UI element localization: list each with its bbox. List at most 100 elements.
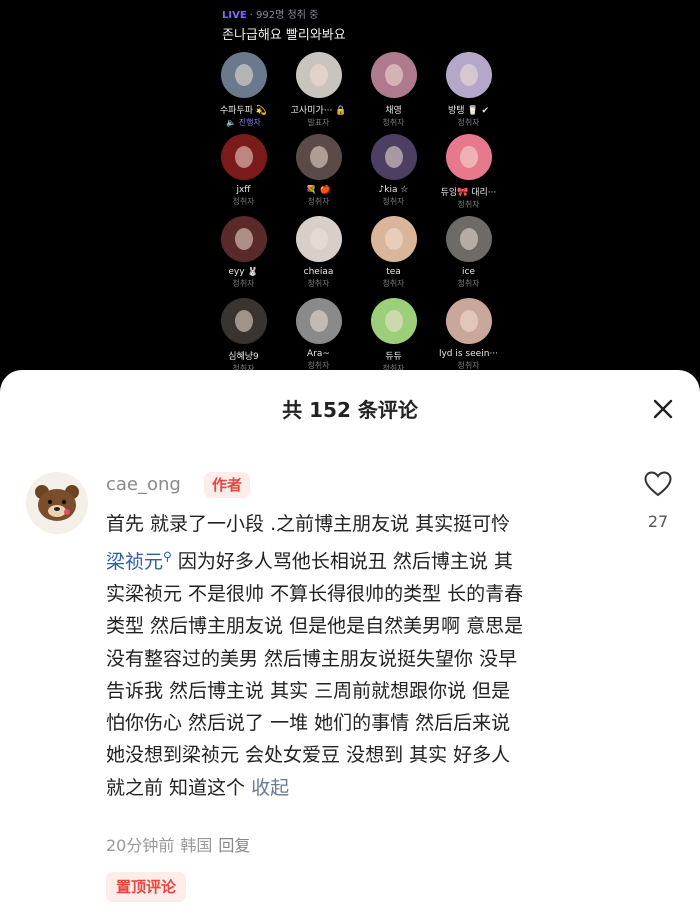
member-item[interactable]: 심혜냥9 청취자 <box>206 298 281 380</box>
member-item[interactable]: 고사미가··· 🔒 발표자 <box>281 52 356 134</box>
member-item[interactable]: 💐 🍎 청취자 <box>281 134 356 216</box>
member-avatar[interactable] <box>295 298 342 344</box>
comments-count-title: 共 152 条评论 <box>282 398 418 422</box>
member-name: 고사미가··· 🔒 <box>290 106 347 116</box>
member-avatar[interactable] <box>295 52 342 98</box>
collapse-button[interactable]: 收起 <box>245 777 289 799</box>
comment-line-text: 没有整容过的美男 然后博主朋友说挺失望你 没早 <box>106 647 518 670</box>
member-item[interactable]: cheiaa 청취자 <box>281 216 356 298</box>
comment-line-text: 就之前 知道这个 <box>106 776 246 799</box>
member-role: 청취자 <box>232 197 255 206</box>
member-avatar[interactable] <box>220 134 267 180</box>
member-role: 청취자 <box>307 279 330 288</box>
member-name: 심혜냥9 <box>228 352 259 362</box>
comment-line-text: 告诉我 然后博主说 其实 三周前就想跟你说 但是 <box>106 679 511 702</box>
like-count: 27 <box>647 512 669 531</box>
member-item[interactable]: ♪kia ☆ 청취자 <box>356 134 431 216</box>
comments-sheet: 共 152 条评论 cae_ong 作者 27 首先 就录了一小段 .之前博主朋… <box>0 370 700 914</box>
comment-line: 没有整容过的美男 然后博主朋友说挺失望你 没早 <box>106 643 626 675</box>
member-name: 💐 🍎 <box>305 185 332 195</box>
close-button[interactable] <box>648 394 678 424</box>
avatar-face <box>459 146 478 168</box>
member-item[interactable]: 듀잉🎀 대리··· 청취자 <box>431 134 506 216</box>
close-icon <box>653 399 673 419</box>
avatar-face <box>459 64 478 86</box>
member-item[interactable]: eyy 🐰 청취자 <box>206 216 281 298</box>
member-avatar[interactable] <box>220 298 267 344</box>
member-avatar[interactable] <box>220 52 267 98</box>
member-role: 청취자 <box>382 279 405 288</box>
member-item[interactable]: Ara~ 청취자 <box>281 298 356 380</box>
member-avatar[interactable] <box>370 298 417 344</box>
member-name: 방탱 🥛 ✔ <box>447 106 490 116</box>
member-role: 발표자 <box>307 118 330 127</box>
live-room-title: 존나급해요 빨리와봐요 <box>222 28 346 43</box>
comment-line: 类型 然后博主朋友说 但是他是自然美男啊 意思是 <box>106 610 626 642</box>
avatar-face <box>384 146 403 168</box>
mention-link[interactable]: 梁祯元⚲ <box>106 549 172 572</box>
member-avatar[interactable] <box>370 216 417 262</box>
avatar-face <box>459 228 478 250</box>
avatar-face <box>234 64 253 86</box>
comment-line: 梁祯元⚲ 因为好多人骂他长相说丑 然后博主说 其 <box>106 540 626 578</box>
member-role: 🔈 진행자 <box>226 118 261 127</box>
member-avatar[interactable] <box>445 216 492 262</box>
comment-text: 首先 就录了一小段 .之前博主朋友说 其实挺可怜 梁祯元⚲ 因为好多人骂他长相说丑… <box>106 508 626 804</box>
member-avatar[interactable] <box>295 216 342 262</box>
member-avatar[interactable] <box>445 298 492 344</box>
member-avatar[interactable] <box>220 216 267 262</box>
commenter-username[interactable]: cae_ong <box>106 474 181 495</box>
comment-line-text: 首先 就录了一小段 .之前博主朋友说 其实挺可怜 <box>106 513 511 535</box>
comment-line: 告诉我 然后博主说 其实 三周前就想跟你说 但是 <box>106 675 626 707</box>
member-grid: 수파두파 💫 🔈 진행자 고사미가··· 🔒 발표자 채영 청취자 방탱 🥛 ✔ 청취자 jxf… <box>206 52 506 380</box>
member-avatar[interactable] <box>295 134 342 180</box>
member-item[interactable]: 채영청취자 <box>356 52 431 134</box>
member-avatar[interactable] <box>445 52 492 98</box>
member-role: 청취자 <box>307 197 330 206</box>
member-role: 청취자 <box>232 279 255 288</box>
member-name: cheiaa <box>303 267 334 277</box>
avatar-face <box>234 146 253 168</box>
member-name: lyd is seein··· <box>438 349 498 359</box>
comment-time: 20分钟前 <box>106 836 175 855</box>
comment-meta: 20分钟前 韩国 回复 <box>106 832 256 856</box>
member-name: jxff <box>236 185 251 195</box>
comment-line-text: 她没想到梁祯元 会处女爱豆 没想到 其实 好多人 <box>106 744 511 767</box>
member-avatar[interactable] <box>370 52 417 98</box>
avatar-face <box>309 146 328 168</box>
pinned-comment-badge: 置顶评论 <box>106 872 187 902</box>
comment-line-text: 类型 然后博主朋友说 但是他是自然美男啊 意思是 <box>106 615 524 638</box>
member-item[interactable]: ice 청취자 <box>431 216 506 298</box>
member-row: 수파두파 💫 🔈 진행자 고사미가··· 🔒 발표자 채영 청취자 방탱 🥛 ✔ 청취자 <box>206 52 506 134</box>
reply-button[interactable]: 回复 <box>218 836 250 855</box>
member-role: 청취자 <box>382 197 405 206</box>
member-name: tea <box>386 267 401 277</box>
avatar-face <box>309 228 328 250</box>
page: LIVE · 992명 청취 중 존나급해요 빨리와봐요 수파두파 💫 🔈 진행자 고… <box>0 0 700 914</box>
member-item[interactable]: 듀듀 청취자 <box>356 298 431 380</box>
author-badge: 作者 <box>204 472 251 498</box>
member-role: 청취자 <box>382 118 405 127</box>
member-item[interactable]: 방탱 🥛 ✔ 청취자 <box>431 52 506 134</box>
member-name: 듀듀 <box>385 352 402 362</box>
avatar-face <box>384 228 403 250</box>
member-avatar[interactable] <box>445 134 492 180</box>
member-item[interactable]: tea 청취자 <box>356 216 431 298</box>
member-name: 듀잉🎀 대리··· <box>440 188 497 198</box>
comment-line-text: 怕你伤心 然后说了 一堆 她们的事情 然后后来说 <box>106 712 511 735</box>
comment-line: 就之前 知道这个 收起 <box>106 772 626 804</box>
comment-line-text: 因为好多人骂他长相说丑 然后博主说 其 <box>171 550 513 573</box>
comment-line: 实梁祯元 不是很帅 不算长得很帅的类型 长的青春 <box>106 578 626 610</box>
like-button[interactable] <box>641 470 675 502</box>
member-name: 채영 <box>385 106 402 116</box>
member-name: eyy 🐰 <box>228 267 259 277</box>
member-name: ice <box>462 267 475 277</box>
member-avatar[interactable] <box>370 134 417 180</box>
commenter-avatar[interactable] <box>26 472 88 534</box>
member-row: 심혜냥9 청취자 Ara~ 청취자 듀듀 청취자 lyd is seein··· 청취자 <box>206 298 506 380</box>
search-icon: ⚲ <box>163 549 172 564</box>
member-item[interactable]: jxff 청취자 <box>206 134 281 216</box>
member-item[interactable]: 수파두파 💫 🔈 진행자 <box>206 52 281 134</box>
live-viewer-count: LIVE · 992명 청취 중 <box>222 6 318 21</box>
member-item[interactable]: lyd is seein··· 청취자 <box>431 298 506 380</box>
